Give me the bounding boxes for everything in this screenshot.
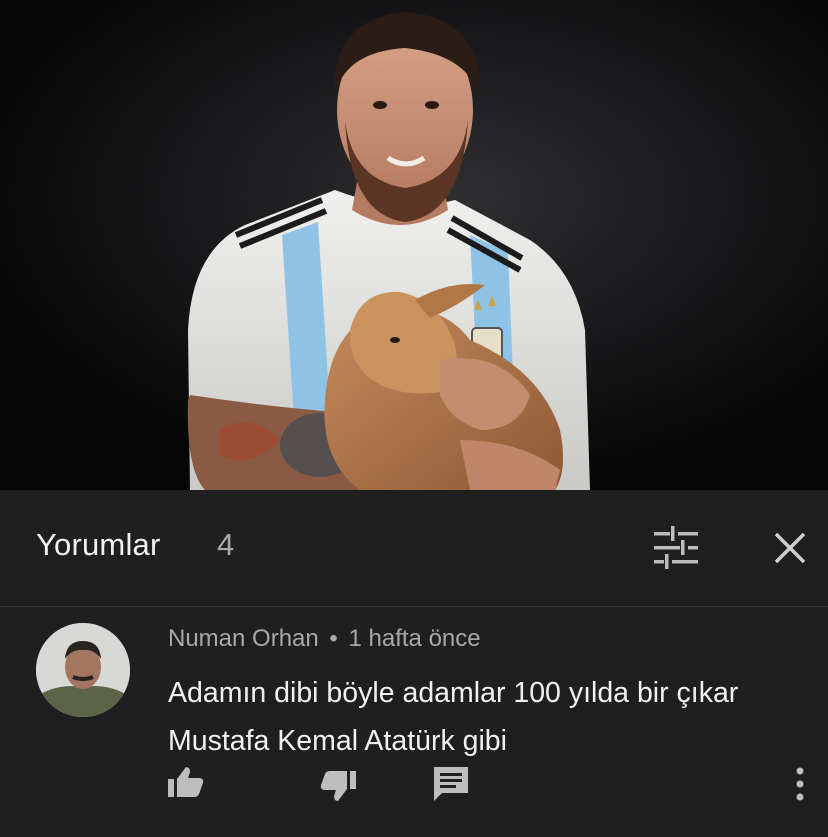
user-avatar-image — [36, 623, 130, 717]
video-thumbnail[interactable] — [0, 0, 828, 490]
thumbs-down-icon — [320, 771, 356, 801]
avatar[interactable] — [36, 623, 130, 717]
meta-separator: • — [329, 625, 338, 652]
reply-comment-icon — [434, 767, 468, 801]
close-icon — [774, 532, 806, 564]
close-comments-button[interactable] — [764, 522, 816, 574]
thumbs-up-icon — [168, 767, 204, 797]
comment-item: Numan Orhan • 1 hafta önce Adamın dibi b… — [0, 607, 828, 837]
comment-author[interactable]: Numan Orhan — [168, 625, 319, 652]
comments-panel: Yorumlar 4 Numan Orhan • 1 hafta önce Ad… — [0, 490, 828, 837]
more-vert-icon — [796, 767, 804, 801]
like-button[interactable] — [160, 759, 210, 809]
more-options-button[interactable] — [778, 759, 822, 809]
comments-count: 4 — [217, 527, 235, 562]
sort-filter-icon — [654, 526, 698, 569]
reply-button[interactable] — [426, 759, 476, 809]
comment-time: 1 hafta önce — [348, 625, 481, 652]
dislike-button[interactable] — [314, 759, 364, 809]
player-holding-goat-image — [0, 0, 828, 490]
sort-comments-button[interactable] — [650, 522, 702, 574]
comment-meta: Numan Orhan • 1 hafta önce — [168, 625, 481, 653]
comment-text: Adamın dibi böyle adamlar 100 yılda bir … — [168, 677, 739, 757]
comments-title: Yorumlar — [36, 527, 161, 562]
comments-header: Yorumlar 4 — [0, 490, 828, 607]
